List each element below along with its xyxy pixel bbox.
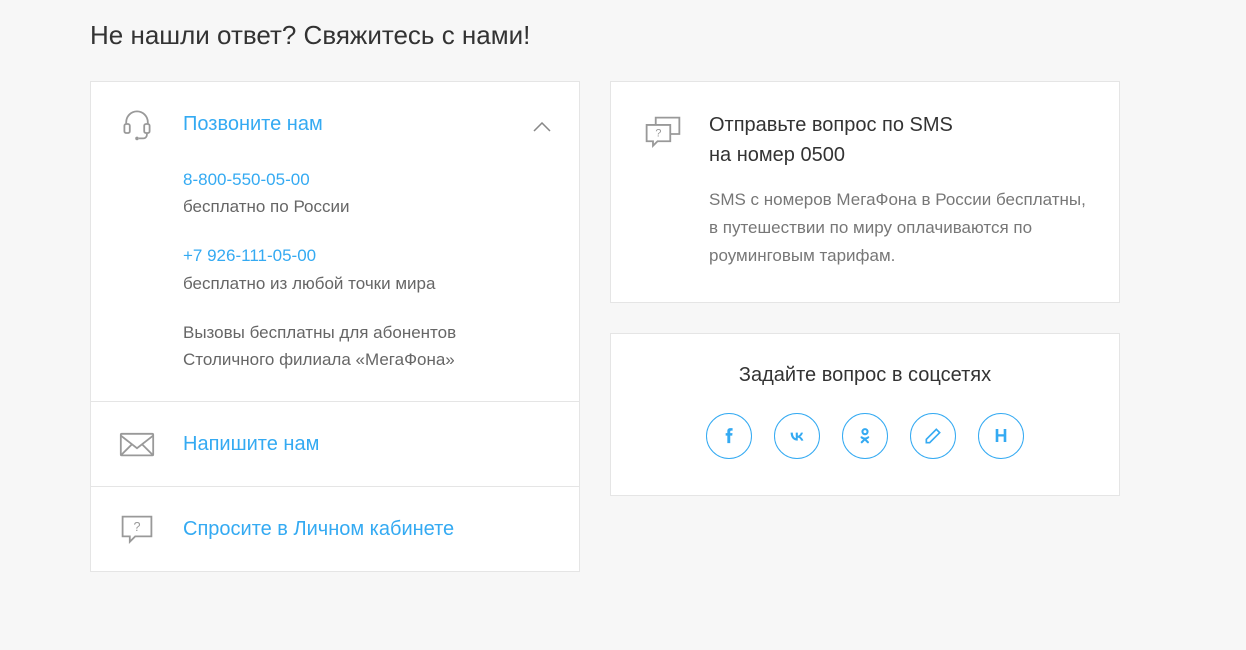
- phone-world-note: бесплатно из любой точки мира: [183, 274, 435, 293]
- call-footnote: Вызовы бесплатны для абонентов Столичног…: [183, 323, 456, 369]
- chevron-up-icon: [533, 119, 551, 129]
- sms-description: SMS с номеров МегаФона в России бесплатн…: [709, 186, 1087, 270]
- svg-text:?: ?: [655, 128, 661, 140]
- sms-question-icon: ?: [643, 114, 683, 154]
- ask-lk-header[interactable]: ? Спросите в Личном кабинете: [91, 487, 579, 571]
- call-us-header[interactable]: Позвоните нам: [91, 82, 579, 166]
- headset-icon: [119, 106, 155, 142]
- svg-text:?: ?: [134, 520, 141, 534]
- chat-question-icon: ?: [119, 511, 155, 547]
- habr-icon[interactable]: H: [978, 413, 1024, 459]
- accordion-item-call: Позвоните нам 8-800-550-05-00 бесплатно …: [91, 82, 579, 402]
- sms-card: ? Отправьте вопрос по SMS на номер 0500 …: [610, 81, 1120, 303]
- social-title: Задайте вопрос в соцсетях: [639, 364, 1091, 387]
- accordion-item-write: Напишите нам: [91, 402, 579, 487]
- social-buttons: H: [639, 413, 1091, 459]
- phone-russia-note: бесплатно по России: [183, 197, 349, 216]
- ask-lk-title: Спросите в Личном кабинете: [183, 518, 454, 541]
- phone-russia-link[interactable]: 8-800-550-05-00: [183, 166, 310, 193]
- odnoklassniki-icon[interactable]: [842, 413, 888, 459]
- call-us-title: Позвоните нам: [183, 113, 323, 136]
- call-us-body: 8-800-550-05-00 бесплатно по России +7 9…: [91, 166, 579, 401]
- accordion-item-ask: ? Спросите в Личном кабинете: [91, 487, 579, 571]
- contact-accordion: Позвоните нам 8-800-550-05-00 бесплатно …: [90, 81, 580, 572]
- social-card: Задайте вопрос в соцсетях H: [610, 333, 1120, 496]
- write-us-header[interactable]: Напишите нам: [91, 402, 579, 486]
- pencil-icon[interactable]: [910, 413, 956, 459]
- sms-title: Отправьте вопрос по SMS на номер 0500: [709, 110, 1087, 170]
- facebook-icon[interactable]: [706, 413, 752, 459]
- page-title: Не нашли ответ? Свяжитесь с нами!: [90, 20, 1156, 51]
- write-us-title: Напишите нам: [183, 433, 319, 456]
- phone-world-link[interactable]: +7 926-111-05-00: [183, 242, 316, 269]
- vk-icon[interactable]: [774, 413, 820, 459]
- envelope-icon: [119, 426, 155, 462]
